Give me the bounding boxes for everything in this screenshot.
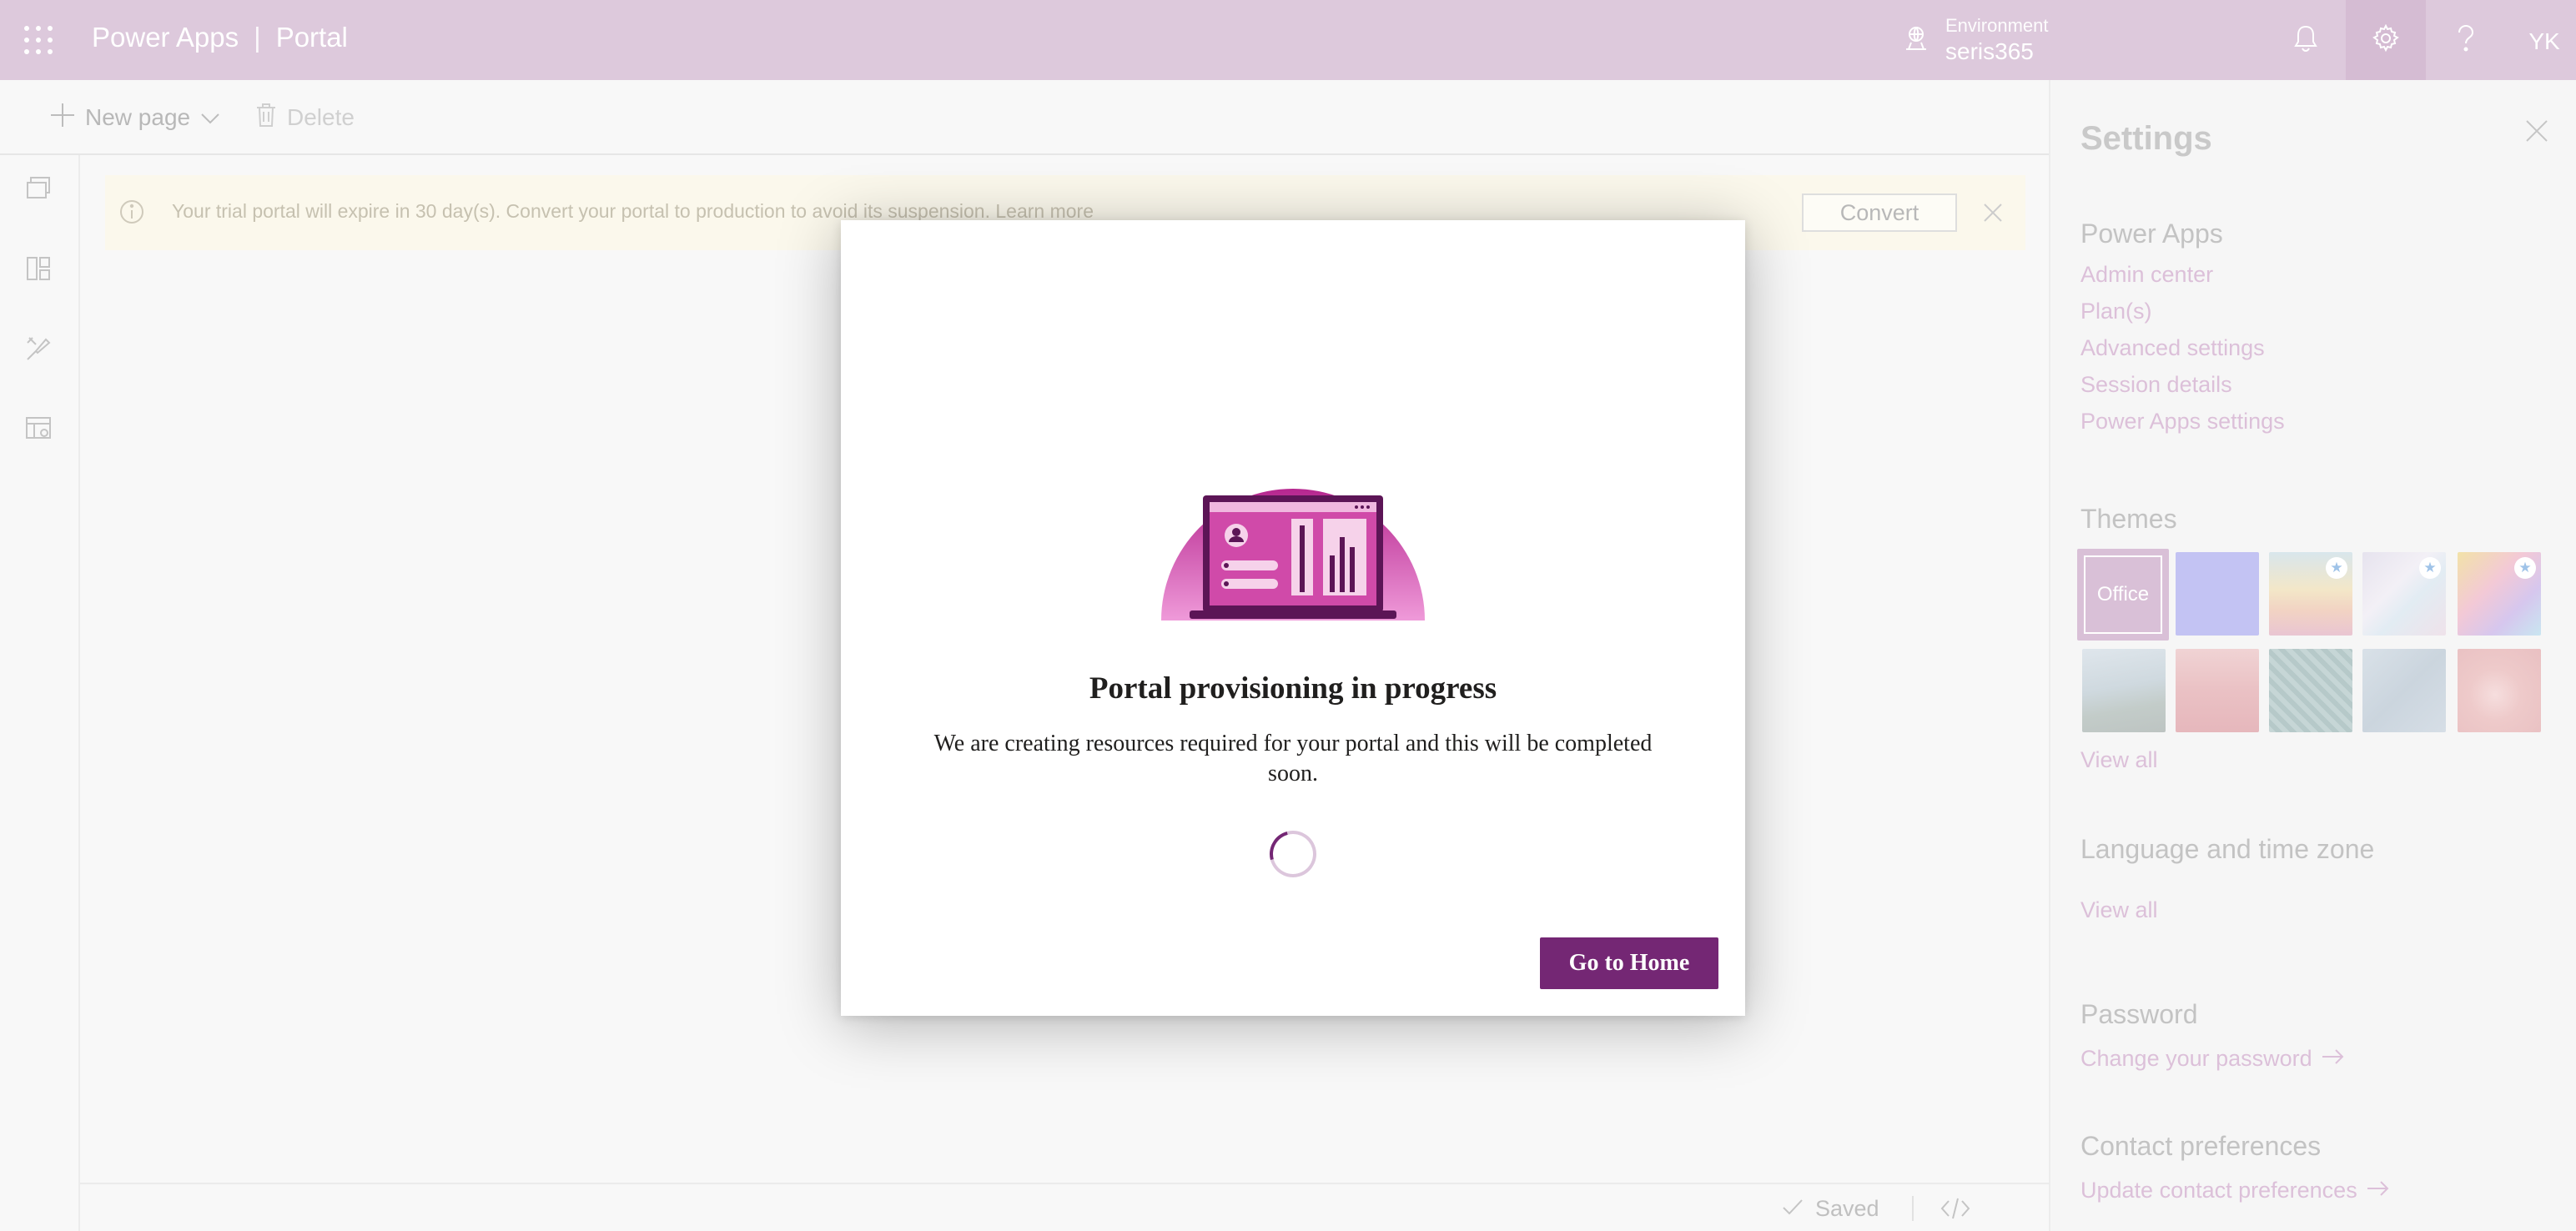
loading-spinner [1260,822,1326,887]
laptop-illustration [1160,439,1426,626]
dialog-title: Portal provisioning in progress [1089,671,1497,706]
go-to-home-button[interactable]: Go to Home [1540,937,1718,989]
dialog-description: We are creating resources required for y… [933,731,1653,786]
provisioning-dialog: Portal provisioning in progress We are c… [841,220,1745,1016]
